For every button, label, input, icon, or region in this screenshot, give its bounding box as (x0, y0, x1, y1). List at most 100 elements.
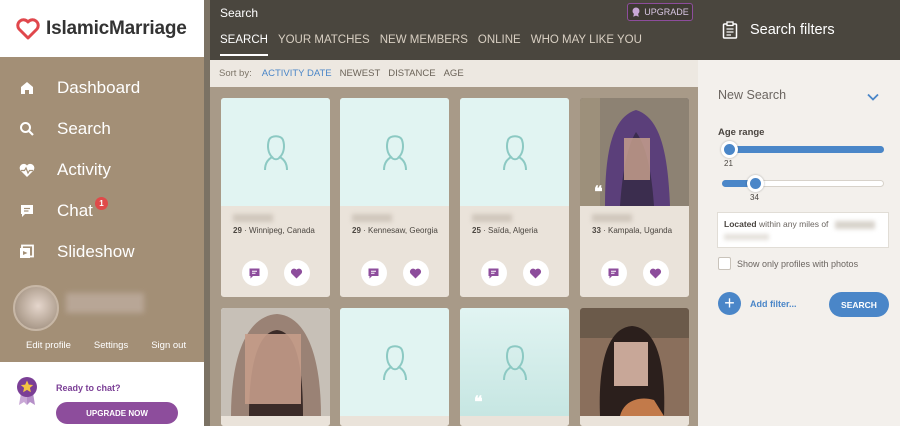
profile-card-info: 25 · Saïda, Algeria (460, 206, 569, 296)
checkbox[interactable] (718, 257, 731, 270)
age-max-value: 34 (750, 193, 759, 202)
message-button[interactable] (600, 260, 627, 286)
sort-label: Sort by: (219, 68, 252, 79)
profile-name-blurred (472, 214, 512, 222)
upgrade-label: UPGRADE (644, 7, 689, 17)
profile-card[interactable] (340, 308, 449, 426)
premium-badge-icon (17, 377, 37, 405)
heart-icon (649, 268, 662, 278)
profile-card[interactable]: ❝ (460, 308, 569, 426)
tab-your-matches[interactable]: YOUR MATCHES (278, 34, 370, 56)
avatar[interactable] (13, 285, 59, 331)
profile-name-blurred (592, 214, 632, 222)
slideshow-icon (20, 244, 34, 258)
upgrade-now-button[interactable]: UPGRADE NOW (56, 402, 178, 424)
sidebar-item-dashboard[interactable]: Dashboard (0, 67, 204, 108)
like-button[interactable] (642, 260, 669, 286)
add-filter-label: Add filter... (750, 298, 797, 309)
profile-links: Edit profile Settings Sign out (0, 340, 204, 351)
profile-card[interactable]: 25 · Saïda, Algeria (460, 98, 569, 297)
profile-block: Edit profile Settings Sign out (0, 285, 204, 357)
sort-newest[interactable]: NEWEST (340, 68, 381, 79)
search-header: Search UPGRADE SEARCH YOUR MATCHES NEW M… (210, 0, 698, 60)
like-button[interactable] (283, 260, 310, 286)
chat-icon (249, 268, 260, 278)
profile-card[interactable] (580, 308, 689, 426)
profile-photo-placeholder[interactable] (221, 98, 330, 206)
photos-only-label: Show only profiles with photos (737, 258, 859, 269)
profile-card[interactable] (221, 308, 330, 426)
female-silhouette-icon (382, 345, 407, 381)
message-button[interactable] (241, 260, 268, 286)
sort-distance[interactable]: DISTANCE (388, 68, 435, 79)
profile-card[interactable]: 29 · Winnipeg, Canada (221, 98, 330, 297)
age-min-handle[interactable] (720, 141, 738, 158)
message-button[interactable] (360, 260, 387, 286)
profile-photo-placeholder[interactable] (340, 308, 449, 416)
location-value-blurred (724, 234, 769, 240)
ready-to-chat-text: Ready to chat? (56, 383, 121, 393)
new-search-dropdown[interactable]: New Search (718, 88, 786, 102)
sort-activity-date[interactable]: ACTIVITY DATE (262, 68, 332, 79)
age-max-slider[interactable] (722, 175, 884, 192)
located-label: Located (724, 219, 757, 229)
tab-who-may-like-you[interactable]: WHO MAY LIKE YOU (531, 34, 642, 56)
sign-out-link[interactable]: Sign out (151, 340, 186, 351)
profile-photo-blurred[interactable] (221, 308, 330, 416)
sort-age[interactable]: AGE (444, 68, 464, 79)
profile-age-location: 29 · Kennesaw, Georgia (352, 226, 438, 235)
located-text: within any miles of (758, 219, 829, 229)
sidebar-item-search[interactable]: Search (0, 108, 204, 149)
like-button[interactable] (522, 260, 549, 286)
profile-card-info (460, 416, 569, 426)
profile-card-info: 29 · Winnipeg, Canada (221, 206, 330, 296)
location-field[interactable]: Located within any miles of (717, 212, 889, 248)
chat-icon (488, 268, 499, 278)
tab-online[interactable]: ONLINE (478, 34, 521, 56)
heart-icon (290, 268, 303, 278)
profile-card-info (340, 416, 449, 426)
female-silhouette-icon (263, 135, 288, 171)
profile-card[interactable]: ❝ 33 · Kampala, Uganda (580, 98, 689, 297)
profile-photo-placeholder[interactable] (460, 98, 569, 206)
profile-age-location: 33 · Kampala, Uganda (592, 226, 673, 235)
heart-pulse-icon (19, 163, 35, 177)
unread-badge: 1 (95, 197, 108, 210)
clipboard-icon (722, 21, 738, 39)
sort-bar: Sort by: ACTIVITY DATE NEWEST DISTANCE A… (210, 60, 698, 87)
sidebar: IslamicMarriage Dashboard Search Activit… (0, 0, 204, 426)
edit-profile-link[interactable]: Edit profile (26, 340, 71, 351)
heart-icon (409, 268, 422, 278)
profile-card-info: 33 · Kampala, Uganda (580, 206, 689, 296)
photos-only-checkbox[interactable]: Show only profiles with photos (718, 257, 858, 270)
tab-search[interactable]: SEARCH (220, 34, 268, 56)
chat-icon (608, 268, 619, 278)
like-button[interactable] (402, 260, 429, 286)
profile-photo-blurred[interactable]: ❝ (580, 98, 689, 206)
card-actions (460, 260, 569, 286)
profile-photo-placeholder[interactable] (340, 98, 449, 206)
add-filter-button[interactable]: + Add filter... (718, 292, 797, 315)
page-title: Search (220, 6, 259, 20)
profile-photo-blurred[interactable] (580, 308, 689, 416)
age-min-slider[interactable] (720, 141, 884, 158)
age-max-handle[interactable] (746, 175, 764, 192)
sidebar-item-slideshow[interactable]: Slideshow (0, 231, 204, 272)
profile-card[interactable]: 29 · Kennesaw, Georgia (340, 98, 449, 297)
search-tabs: SEARCH YOUR MATCHES NEW MEMBERS ONLINE W… (220, 34, 652, 56)
tab-new-members[interactable]: NEW MEMBERS (380, 34, 468, 56)
sidebar-item-chat[interactable]: Chat 1 (0, 190, 204, 231)
chevron-down-icon[interactable] (866, 90, 880, 104)
profile-photo-image (580, 308, 689, 416)
filters-title: Search filters (750, 22, 835, 38)
message-button[interactable] (480, 260, 507, 286)
filters-header: Search filters (698, 0, 900, 60)
search-button[interactable]: SEARCH (829, 292, 889, 317)
logo[interactable]: IslamicMarriage (0, 0, 204, 57)
sidebar-item-activity[interactable]: Activity (0, 149, 204, 190)
profile-photo-placeholder[interactable]: ❝ (460, 308, 569, 416)
filters-panel: New Search Age range 21 34 Located withi… (698, 60, 900, 426)
upgrade-button[interactable]: UPGRADE (627, 3, 693, 21)
premium-badge-icon (632, 7, 640, 17)
settings-link[interactable]: Settings (94, 340, 128, 351)
